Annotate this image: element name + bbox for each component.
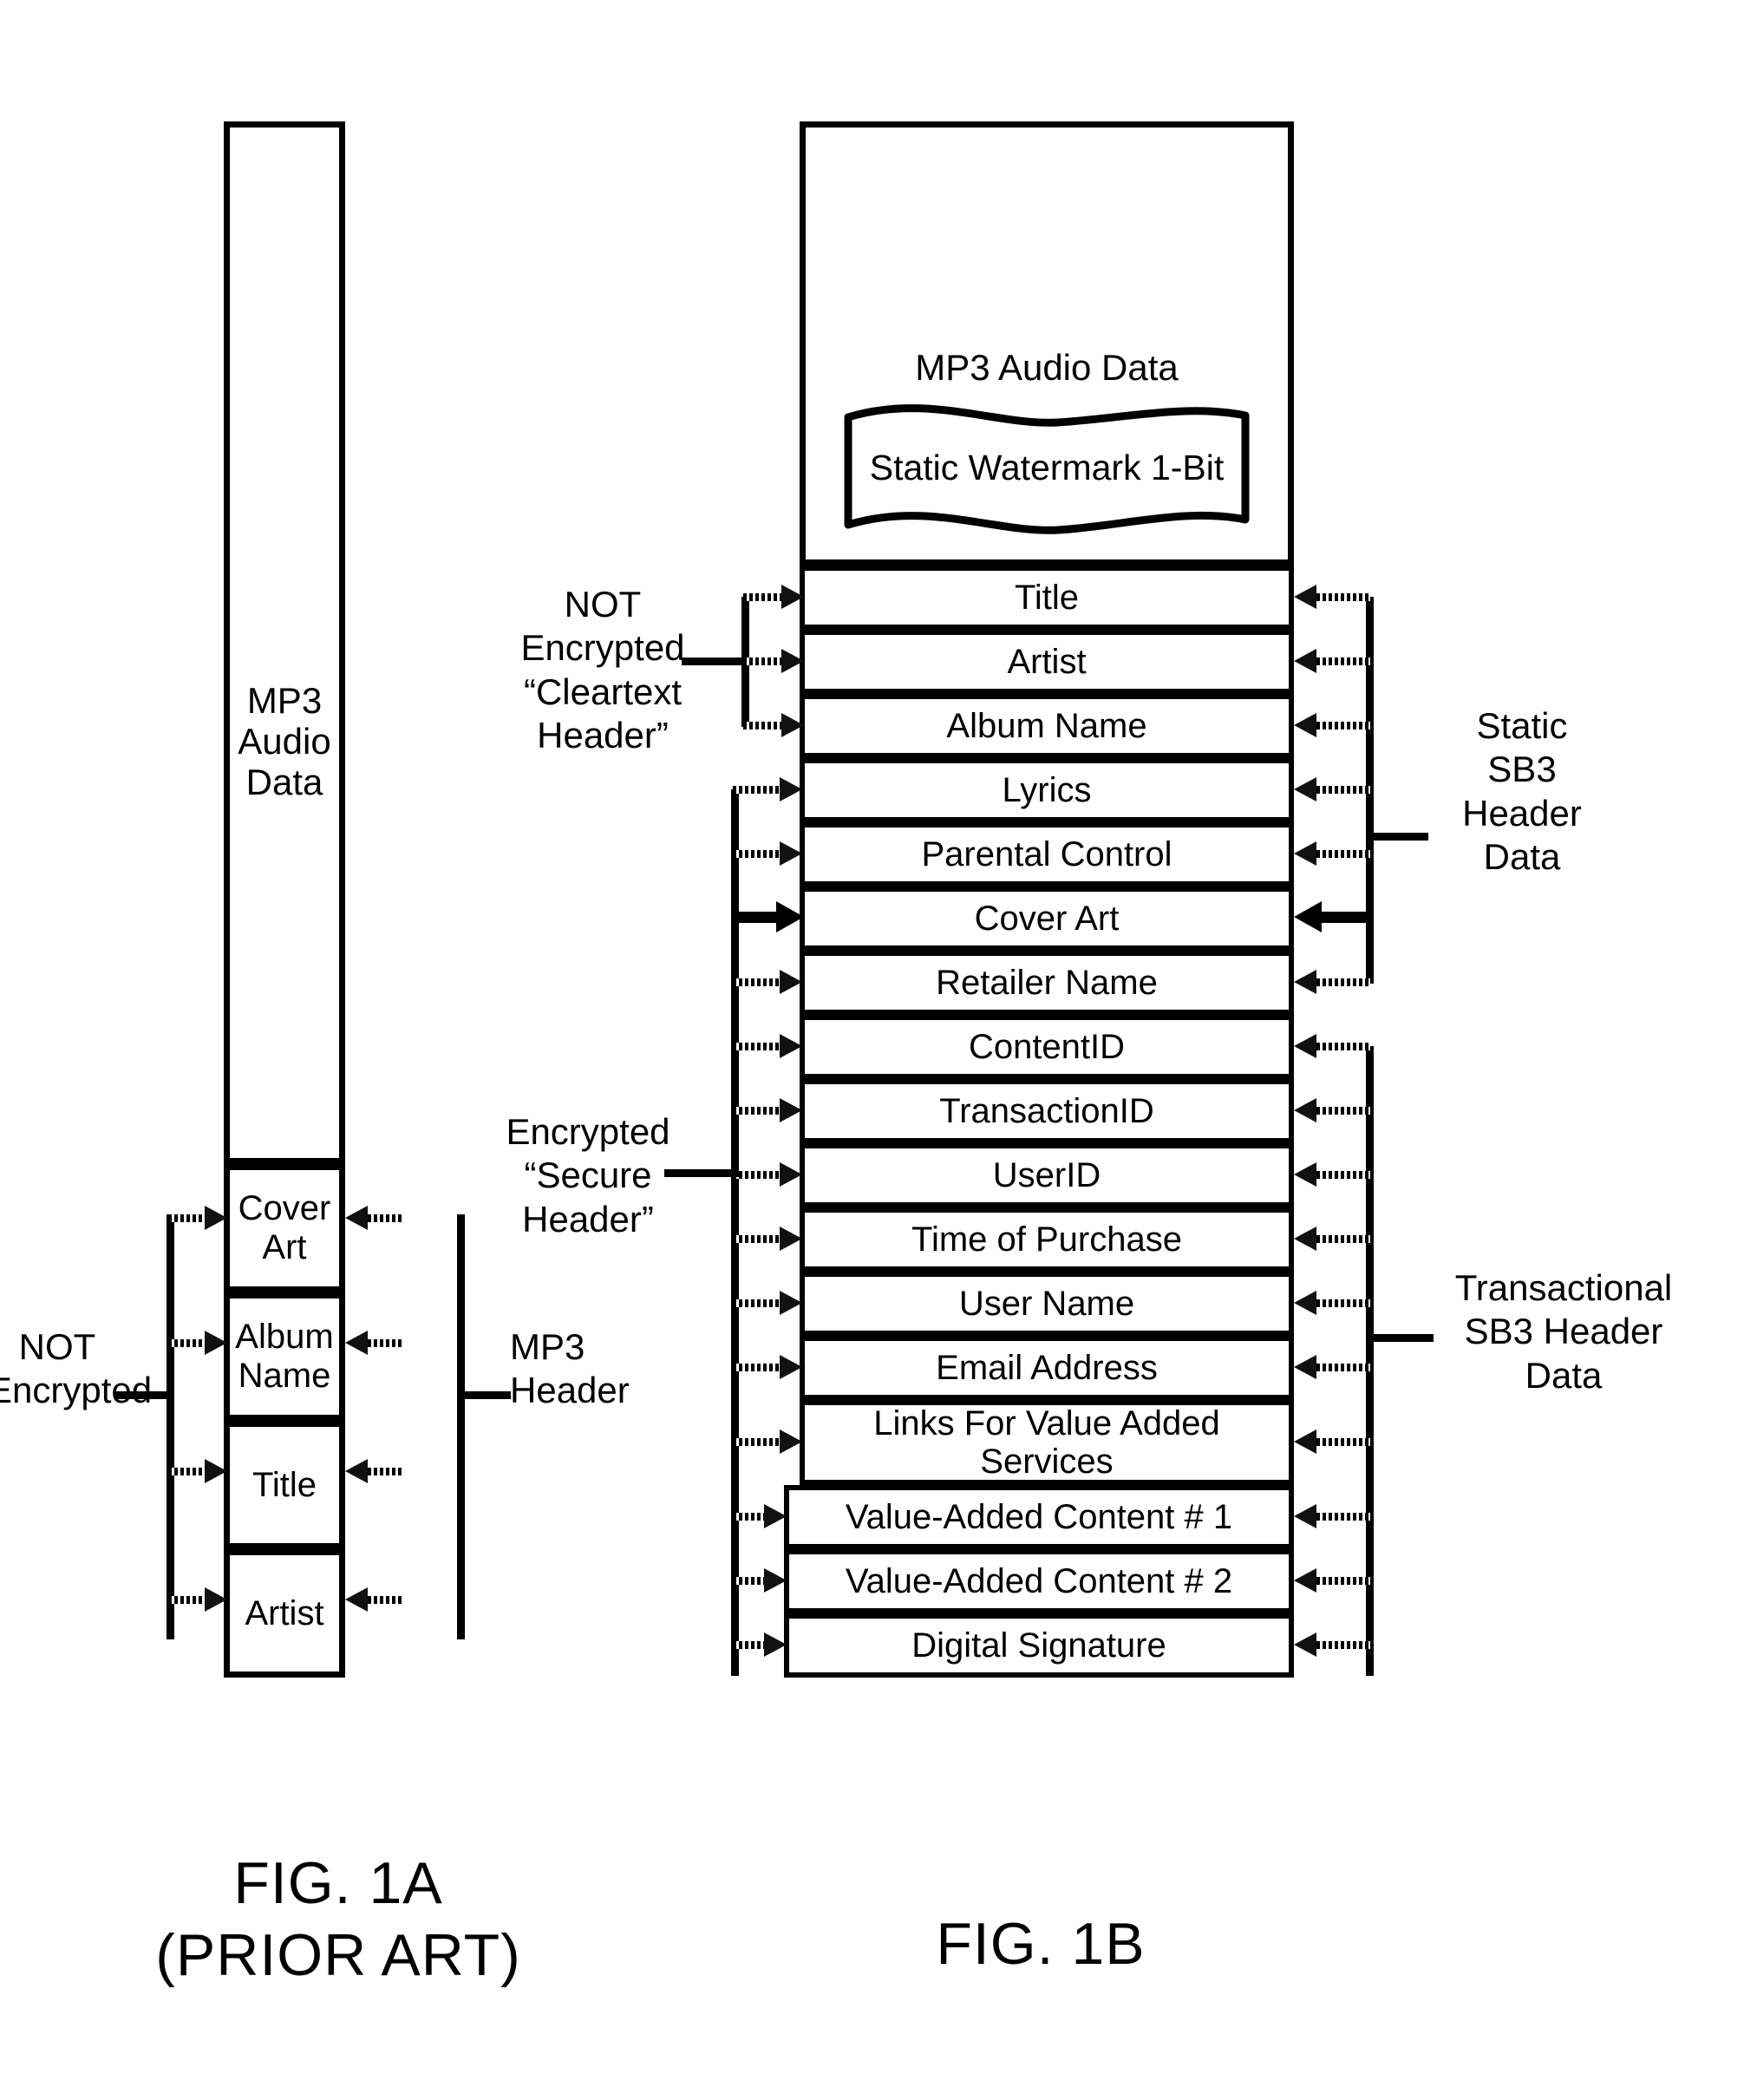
figA-left-bracket xyxy=(167,1206,227,1639)
figB-secure-arrow-parental-control xyxy=(733,841,804,866)
figB-secure-arrow-links-value-added xyxy=(733,1429,804,1454)
figB-transactional-arrow-transaction-id xyxy=(1294,1098,1370,1122)
figB-row-retailer-name: Retailer Name xyxy=(800,951,1294,1015)
figB-static-arrow-artist xyxy=(1294,649,1370,673)
figB-row-user-id: UserID xyxy=(800,1143,1294,1207)
figA-caption: FIG. 1A (PRIOR ART) xyxy=(155,1850,521,1988)
figB-secure-leader-line xyxy=(664,1169,739,1177)
figB-transactional-arrow-digital-signature xyxy=(1294,1632,1370,1657)
figB-secure-arrow-transaction-id xyxy=(733,1098,804,1122)
figB-transactional-arrow-time-of-purchase xyxy=(1294,1227,1370,1251)
figB-static-arrow-cover-art xyxy=(1294,901,1370,932)
figA-left-arrow-4 xyxy=(168,1587,227,1612)
figB-static-arrow-lyrics xyxy=(1294,777,1370,801)
figB-row-links-value-added-services: Links For Value Added Services xyxy=(800,1400,1294,1485)
figB-static-arrow-retailer-name xyxy=(1294,970,1370,994)
figA-mp3-audio-block: MP3 Audio Data xyxy=(224,121,345,1164)
figA-left-arrow-1 xyxy=(168,1206,227,1230)
figB-row-parental-control: Parental Control xyxy=(800,822,1294,886)
figB-static-arrow-parental-control xyxy=(1294,841,1370,866)
figB-left-bracket-secure xyxy=(731,777,804,1676)
figB-transactional-arrow-user-name xyxy=(1294,1291,1370,1315)
figB-right-bracket-transactional xyxy=(1294,1034,1374,1676)
figB-secure-arrow-user-id xyxy=(733,1162,804,1187)
figB-cleartext-arrow-album xyxy=(743,713,804,737)
figB-secure-arrow-cover-art xyxy=(733,901,804,932)
figA-left-label: NOT Encrypted xyxy=(0,1326,153,1411)
figB-row-time-of-purchase: Time of Purchase xyxy=(800,1207,1294,1272)
figB-transactional-arrow-value-added-2 xyxy=(1294,1568,1370,1593)
figB-right-bracket-static xyxy=(1294,585,1374,994)
figB-left-bracket-cleartext xyxy=(741,585,804,737)
figB-secure-arrow-time-of-purchase xyxy=(733,1227,804,1251)
figB-secure-arrow-value-added-1 xyxy=(733,1504,788,1528)
figA-header-row-cover-art: Cover Art xyxy=(224,1164,345,1292)
figB-transactional-arrow-content-id xyxy=(1294,1034,1370,1058)
figB-transactional-label: Transactional SB3 Header Data xyxy=(1454,1267,1673,1396)
figB-row-lyrics: Lyrics xyxy=(800,758,1294,822)
figB-secure-arrow-content-id xyxy=(733,1034,804,1058)
figB-row-artist: Artist xyxy=(800,630,1294,694)
figB-audio-title: MP3 Audio Data xyxy=(915,346,1179,388)
figB-transactional-arrow-user-id xyxy=(1294,1162,1370,1187)
figB-secure-label: Encrypted “Secure Header” xyxy=(506,1111,670,1240)
figB-row-value-added-content-2: Value-Added Content # 2 xyxy=(784,1549,1294,1613)
figB-cleartext-leader-line xyxy=(682,657,746,665)
figB-cleartext-label: NOT Encrypted “Cleartext Header” xyxy=(520,584,685,756)
figB-row-album-name: Album Name xyxy=(800,694,1294,758)
figA-right-arrow-1 xyxy=(345,1206,460,1230)
figB-row-cover-art: Cover Art xyxy=(800,886,1294,951)
figB-watermark-label: Static Watermark 1-Bit xyxy=(869,448,1225,488)
figA-header-row-artist: Artist xyxy=(224,1549,345,1678)
figB-transactional-arrow-links-value-added xyxy=(1294,1429,1370,1454)
figA-right-bracket xyxy=(345,1206,465,1639)
figB-secure-arrow-value-added-2 xyxy=(733,1568,788,1593)
figB-row-email-address: Email Address xyxy=(800,1336,1294,1400)
figA-right-arrow-4 xyxy=(345,1587,460,1612)
figB-cleartext-arrow-artist xyxy=(743,649,804,673)
figB-transactional-arrow-value-added-1 xyxy=(1294,1504,1370,1528)
figA-header-row-title: Title xyxy=(224,1421,345,1549)
figB-row-user-name: User Name xyxy=(800,1272,1294,1336)
figB-caption: FIG. 1B xyxy=(936,1911,1146,1977)
figA-right-arrow-3 xyxy=(345,1459,460,1483)
figB-mp3-audio-block: MP3 Audio Data Static Watermark 1-Bit xyxy=(800,121,1294,566)
figB-static-arrow-album xyxy=(1294,713,1370,737)
figA-right-label: MP3 Header xyxy=(510,1326,630,1411)
figB-row-digital-signature: Digital Signature xyxy=(784,1613,1294,1678)
figB-transactional-arrow-email-address xyxy=(1294,1355,1370,1379)
figB-cleartext-arrow-title xyxy=(743,585,804,609)
figB-secure-arrow-retailer-name xyxy=(733,970,804,994)
figA-header-row-album-name: Album Name xyxy=(224,1292,345,1421)
figB-row-title: Title xyxy=(800,566,1294,630)
patent-figure-page: MP3 Audio Data Cover Art Album Name Titl… xyxy=(0,0,1744,2100)
figB-secure-arrow-lyrics xyxy=(733,777,804,801)
figA-left-arrow-2 xyxy=(168,1331,227,1355)
figB-row-transaction-id: TransactionID xyxy=(800,1079,1294,1143)
figB-static-leader-line xyxy=(1366,833,1428,841)
figB-static-label: Static SB3 Header Data xyxy=(1462,705,1582,878)
figA-left-arrow-3 xyxy=(168,1459,227,1483)
figB-row-content-id: ContentID xyxy=(800,1015,1294,1079)
figB-secure-arrow-digital-signature xyxy=(733,1632,788,1657)
figB-static-arrow-title xyxy=(1294,585,1370,609)
figB-watermark-banner: Static Watermark 1-Bit xyxy=(841,396,1252,540)
figB-secure-arrow-user-name xyxy=(733,1291,804,1315)
figB-row-value-added-content-1: Value-Added Content # 1 xyxy=(784,1485,1294,1549)
figB-secure-arrow-email-address xyxy=(733,1355,804,1379)
